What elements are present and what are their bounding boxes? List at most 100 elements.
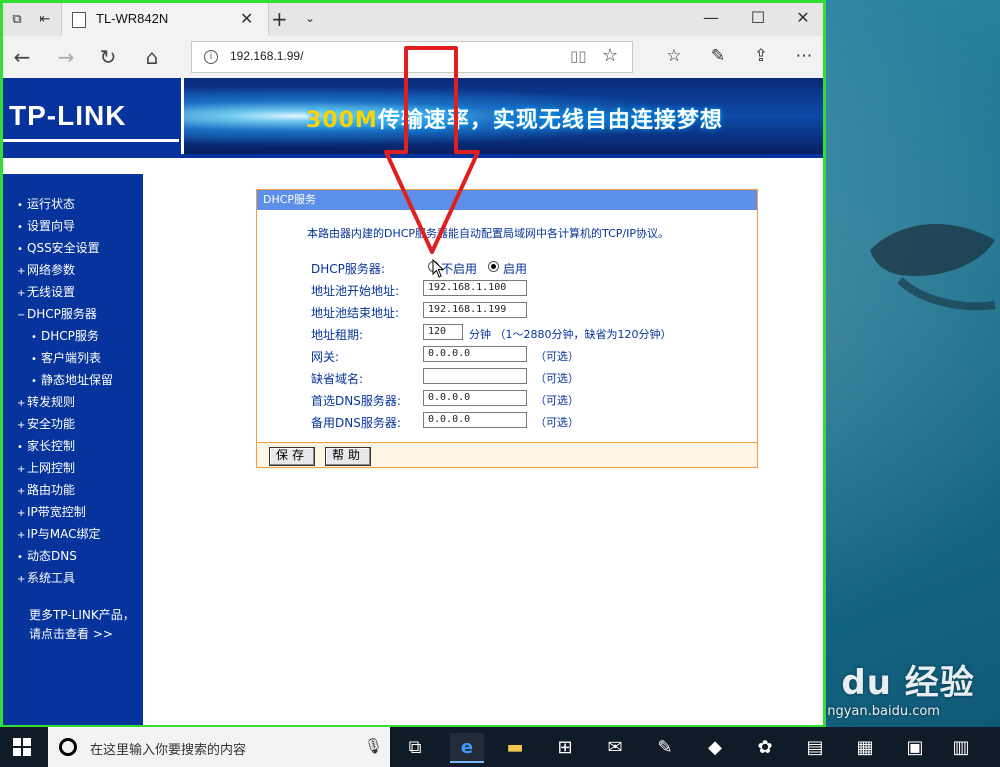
network-app-icon[interactable]: ▥ (944, 733, 978, 761)
info-icon[interactable]: i (204, 50, 218, 64)
dns2-label: 备用DNS服务器: (311, 416, 401, 430)
sidebar-item[interactable]: • DHCP服务 (31, 327, 99, 344)
microphone-icon[interactable]: 🎙 (364, 737, 383, 755)
pen-notes-icon[interactable]: ✎ (705, 46, 731, 66)
store-icon[interactable]: ⊞ (548, 733, 582, 761)
sidebar-bullet-icon: • (17, 552, 23, 563)
header-strip (3, 158, 823, 174)
sidebar-bullet-icon: + (17, 530, 26, 541)
tab-close-icon[interactable]: ✕ (240, 9, 253, 28)
more-menu-icon[interactable]: ⋯ (791, 46, 817, 66)
app-icon-2[interactable]: ◆ (698, 733, 732, 761)
more-products-line1: 更多TP-LINK产品， (29, 608, 135, 622)
tab-title: TL-WR842N (96, 11, 169, 26)
domain-input[interactable] (423, 368, 527, 384)
sidebar-item-label: 路由功能 (27, 483, 76, 497)
new-tab-button[interactable]: + (271, 7, 288, 31)
file-explorer-icon[interactable]: ▬ (498, 733, 532, 761)
sidebar-item[interactable]: + IP与MAC绑定 (17, 525, 101, 542)
dns2-input[interactable]: 0.0.0.0 (423, 412, 527, 428)
radio-enable[interactable] (488, 261, 499, 272)
close-window-button[interactable]: ✕ (783, 8, 823, 27)
address-bar[interactable]: i 192.168.1.99/ ▯▯ ☆ (191, 41, 633, 73)
tab-list-chevron-icon[interactable]: ⌄ (305, 11, 315, 25)
cortana-icon[interactable] (59, 738, 77, 756)
tab-router[interactable]: TL-WR842N ✕ (61, 3, 269, 36)
more-products-link[interactable]: 更多TP-LINK产品， 请点击查看 >> (29, 606, 135, 644)
home-icon[interactable]: ⌂ (139, 45, 165, 69)
dns1-input[interactable]: 0.0.0.0 (423, 390, 527, 406)
taskbar: 在这里输入你要搜索的内容 🎙 ⧉ e ▬ ⊞ ✉ ✎ ◆ ✿ ▤ ▦ ▣ ▥ (0, 727, 1000, 767)
minimize-button[interactable]: — (691, 8, 731, 27)
sidebar-item-label: 系统工具 (27, 571, 76, 585)
sidebar-item[interactable]: + 网络参数 (17, 261, 75, 278)
taskbar-search[interactable]: 在这里输入你要搜索的内容 🎙 (48, 727, 390, 767)
sidebar-item-label: 客户端列表 (41, 351, 102, 365)
dhcp-server-label: DHCP服务器: (311, 262, 385, 276)
paint-icon[interactable]: ✿ (748, 733, 782, 761)
dns2-optional: （可选） (535, 416, 579, 429)
mail-icon[interactable]: ✉ (598, 733, 632, 761)
set-tabs-aside-icon[interactable]: ⇤ (35, 9, 55, 29)
save-button[interactable]: 保存 (269, 447, 316, 466)
edge-browser-icon[interactable]: e (450, 733, 484, 763)
sidebar-item-label: DHCP服务 (41, 329, 99, 343)
pool-end-input[interactable]: 192.168.1.199 (423, 302, 527, 318)
sidebar-item[interactable]: + 上网控制 (17, 459, 75, 476)
sidebar-item[interactable]: • 动态DNS (17, 547, 77, 564)
favorite-star-icon[interactable]: ☆ (602, 45, 618, 66)
windows-start-icon[interactable] (12, 737, 32, 757)
swimmer-image (870, 223, 996, 311)
sidebar-item[interactable]: • QSS安全设置 (17, 239, 100, 256)
sidebar-item-label: 上网控制 (27, 461, 76, 475)
more-products-line2: 请点击查看 >> (29, 627, 113, 641)
sidebar-bullet-icon: • (17, 200, 23, 211)
page-icon (72, 12, 86, 28)
app-icon-4[interactable]: ▦ (848, 733, 882, 761)
pool-start-input[interactable]: 192.168.1.100 (423, 280, 527, 296)
tplink-logo: TP-LINK (9, 100, 127, 131)
sidebar-item-label: 家长控制 (27, 439, 76, 453)
app-icon-1[interactable]: ✎ (648, 733, 682, 761)
sidebar-item[interactable]: − DHCP服务器 (17, 305, 97, 322)
maximize-button[interactable]: ☐ (738, 8, 778, 27)
sidebar-item[interactable]: • 设置向导 (17, 217, 75, 234)
sidebar-item[interactable]: • 客户端列表 (31, 349, 101, 366)
search-placeholder: 在这里输入你要搜索的内容 (90, 743, 247, 758)
reading-view-icon[interactable]: ▯▯ (570, 47, 587, 65)
sidebar-item[interactable]: • 家长控制 (17, 437, 75, 454)
dns1-optional: （可选） (535, 394, 579, 407)
task-view-icon[interactable]: ⧉ (398, 733, 432, 761)
sidebar-item[interactable]: + IP带宽控制 (17, 503, 86, 520)
app-icon-5[interactable]: ▣ (898, 733, 932, 761)
domain-optional: （可选） (535, 372, 579, 385)
favorites-hub-icon[interactable]: ☆ (661, 46, 687, 66)
gateway-label: 网关: (311, 350, 340, 364)
app-icon-3[interactable]: ▤ (798, 733, 832, 761)
sidebar-item-label: DHCP服务器 (27, 307, 97, 321)
lease-label: 地址租期: (311, 328, 364, 342)
sidebar-item[interactable]: + 安全功能 (17, 415, 75, 432)
sidebar-item[interactable]: • 静态地址保留 (31, 371, 113, 388)
sidebar-item[interactable]: + 无线设置 (17, 283, 75, 300)
help-button[interactable]: 帮助 (325, 447, 372, 466)
sidebar-item[interactable]: + 转发规则 (17, 393, 75, 410)
sidebar-bullet-icon: + (17, 464, 26, 475)
lease-input[interactable]: 120 (423, 324, 463, 340)
banner-highlight: 300M (306, 108, 378, 133)
back-arrow-icon[interactable]: ← (9, 45, 35, 69)
tab-preview-icon[interactable]: ⧉ (7, 9, 27, 29)
logo-divider (3, 139, 179, 142)
address-url[interactable]: 192.168.1.99/ (230, 49, 303, 63)
sidebar-item-label: 静态地址保留 (41, 373, 114, 387)
sidebar-bullet-icon: + (17, 398, 26, 409)
forward-arrow-icon[interactable]: → (53, 45, 79, 69)
gateway-input[interactable]: 0.0.0.0 (423, 346, 527, 362)
sidebar-item[interactable]: + 路由功能 (17, 481, 75, 498)
sidebar-item[interactable]: + 系统工具 (17, 569, 75, 586)
refresh-icon[interactable]: ↻ (95, 45, 121, 69)
panel-description: 本路由器内建的DHCP服务器能自动配置局域网中各计算机的TCP/IP协议。 (307, 227, 670, 240)
share-icon[interactable]: ⇪ (748, 46, 774, 66)
panel-footer: 保存 帮助 (257, 442, 757, 467)
sidebar-item[interactable]: • 运行状态 (17, 195, 75, 212)
